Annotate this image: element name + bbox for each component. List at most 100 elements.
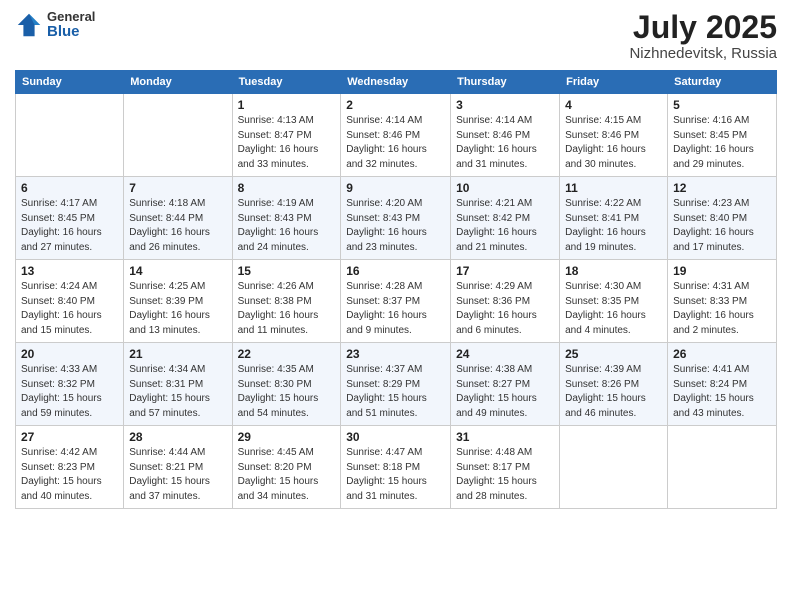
table-row: 14Sunrise: 4:25 AM Sunset: 8:39 PM Dayli… (124, 260, 232, 343)
cell-date: 25 (565, 347, 662, 361)
table-row (560, 426, 668, 509)
table-row: 29Sunrise: 4:45 AM Sunset: 8:20 PM Dayli… (232, 426, 341, 509)
cell-info: Sunrise: 4:35 AM Sunset: 8:30 PM Dayligh… (238, 363, 336, 421)
cell-date: 20 (21, 347, 118, 361)
cell-date: 17 (456, 264, 554, 278)
title-month: July 2025 (629, 10, 777, 45)
cell-info: Sunrise: 4:42 AM Sunset: 8:23 PM Dayligh… (21, 446, 118, 504)
col-monday: Monday (124, 71, 232, 94)
cell-info: Sunrise: 4:21 AM Sunset: 8:42 PM Dayligh… (456, 197, 554, 255)
title-block: July 2025 Nizhnedevitsk, Russia (629, 10, 777, 62)
col-saturday: Saturday (668, 71, 777, 94)
cell-info: Sunrise: 4:17 AM Sunset: 8:45 PM Dayligh… (21, 197, 118, 255)
logo: General Blue (15, 10, 95, 41)
cell-date: 14 (129, 264, 226, 278)
table-row: 22 Sunrise: 4:35 AM Sunset: 8:30 PM Dayli… (232, 343, 341, 426)
calendar-header-row: Sunday Monday Tuesday Wednesday Thursday… (16, 71, 777, 94)
cell-info: Sunrise: 4:20 AM Sunset: 8:43 PM Dayligh… (346, 197, 445, 255)
table-row: 19Sunrise: 4:31 AM Sunset: 8:33 PM Dayli… (668, 260, 777, 343)
page: General Blue July 2025 Nizhnedevitsk, Ru… (0, 0, 792, 612)
cell-date: 7 (129, 181, 226, 195)
header: General Blue July 2025 Nizhnedevitsk, Ru… (15, 10, 777, 62)
cell-date: 6 (21, 181, 118, 195)
table-row: 28 Sunrise: 4:44 AM Sunset: 8:21 PM Dayli… (124, 426, 232, 509)
cell-date: 27 (21, 430, 118, 444)
cell-date: 26 (673, 347, 771, 361)
cell-date: 24 (456, 347, 554, 361)
table-row: 30 Sunrise: 4:47 AM Sunset: 8:18 PM Dayli… (341, 426, 451, 509)
cell-date: 30 (346, 430, 445, 444)
table-row: 24Sunrise: 4:38 AM Sunset: 8:27 PM Dayli… (451, 343, 560, 426)
cell-info: Sunrise: 4:30 AM Sunset: 8:35 PM Dayligh… (565, 280, 662, 338)
table-row: 21Sunrise: 4:34 AM Sunset: 8:31 PM Dayli… (124, 343, 232, 426)
table-row: 18 Sunrise: 4:30 AM Sunset: 8:35 PM Dayli… (560, 260, 668, 343)
cell-date: 21 (129, 347, 226, 361)
cell-date: 22 (238, 347, 336, 361)
cell-date: 11 (565, 181, 662, 195)
table-row: 7 Sunrise: 4:18 AM Sunset: 8:44 PM Daylig… (124, 177, 232, 260)
cell-info: Sunrise: 4:28 AM Sunset: 8:37 PM Dayligh… (346, 280, 445, 338)
table-row: 5 Sunrise: 4:16 AM Sunset: 8:45 PM Daylig… (668, 94, 777, 177)
table-row: 4 Sunrise: 4:15 AM Sunset: 8:46 PM Daylig… (560, 94, 668, 177)
cell-date: 16 (346, 264, 445, 278)
col-tuesday: Tuesday (232, 71, 341, 94)
cell-date: 9 (346, 181, 445, 195)
cell-info: Sunrise: 4:13 AM Sunset: 8:47 PM Dayligh… (238, 114, 336, 172)
cell-info: Sunrise: 4:39 AM Sunset: 8:26 PM Dayligh… (565, 363, 662, 421)
col-wednesday: Wednesday (341, 71, 451, 94)
calendar-table: Sunday Monday Tuesday Wednesday Thursday… (15, 70, 777, 509)
table-row: 15Sunrise: 4:26 AM Sunset: 8:38 PM Dayli… (232, 260, 341, 343)
cell-info: Sunrise: 4:15 AM Sunset: 8:46 PM Dayligh… (565, 114, 662, 172)
cell-date: 3 (456, 98, 554, 112)
table-row: 10 Sunrise: 4:21 AM Sunset: 8:42 PM Dayli… (451, 177, 560, 260)
cell-date: 18 (565, 264, 662, 278)
table-row (16, 94, 124, 177)
table-row: 12Sunrise: 4:23 AM Sunset: 8:40 PM Dayli… (668, 177, 777, 260)
cell-date: 31 (456, 430, 554, 444)
cell-date: 23 (346, 347, 445, 361)
logo-blue-label: Blue (47, 24, 95, 41)
calendar-week-row: 27 Sunrise: 4:42 AM Sunset: 8:23 PM Dayli… (16, 426, 777, 509)
cell-info: Sunrise: 4:18 AM Sunset: 8:44 PM Dayligh… (129, 197, 226, 255)
cell-info: Sunrise: 4:41 AM Sunset: 8:24 PM Dayligh… (673, 363, 771, 421)
table-row: 26 Sunrise: 4:41 AM Sunset: 8:24 PM Dayli… (668, 343, 777, 426)
table-row: 8Sunrise: 4:19 AM Sunset: 8:43 PM Daylig… (232, 177, 341, 260)
cell-info: Sunrise: 4:31 AM Sunset: 8:33 PM Dayligh… (673, 280, 771, 338)
cell-date: 5 (673, 98, 771, 112)
table-row: 17Sunrise: 4:29 AM Sunset: 8:36 PM Dayli… (451, 260, 560, 343)
cell-info: Sunrise: 4:16 AM Sunset: 8:45 PM Dayligh… (673, 114, 771, 172)
cell-info: Sunrise: 4:33 AM Sunset: 8:32 PM Dayligh… (21, 363, 118, 421)
calendar-week-row: 20 Sunrise: 4:33 AM Sunset: 8:32 PM Dayli… (16, 343, 777, 426)
cell-date: 2 (346, 98, 445, 112)
table-row: 20 Sunrise: 4:33 AM Sunset: 8:32 PM Dayli… (16, 343, 124, 426)
cell-date: 13 (21, 264, 118, 278)
table-row: 3 Sunrise: 4:14 AM Sunset: 8:46 PM Daylig… (451, 94, 560, 177)
table-row: 9 Sunrise: 4:20 AM Sunset: 8:43 PM Daylig… (341, 177, 451, 260)
calendar-week-row: 1Sunrise: 4:13 AM Sunset: 8:47 PM Daylig… (16, 94, 777, 177)
logo-icon (15, 11, 43, 39)
cell-date: 29 (238, 430, 336, 444)
table-row: 23 Sunrise: 4:37 AM Sunset: 8:29 PM Dayli… (341, 343, 451, 426)
table-row (668, 426, 777, 509)
cell-info: Sunrise: 4:26 AM Sunset: 8:38 PM Dayligh… (238, 280, 336, 338)
cell-date: 10 (456, 181, 554, 195)
table-row: 2Sunrise: 4:14 AM Sunset: 8:46 PM Daylig… (341, 94, 451, 177)
logo-text: General Blue (47, 10, 95, 41)
title-location: Nizhnedevitsk, Russia (629, 45, 777, 62)
table-row: 6 Sunrise: 4:17 AM Sunset: 8:45 PM Daylig… (16, 177, 124, 260)
table-row: 31 Sunrise: 4:48 AM Sunset: 8:17 PM Dayli… (451, 426, 560, 509)
table-row: 1Sunrise: 4:13 AM Sunset: 8:47 PM Daylig… (232, 94, 341, 177)
cell-date: 8 (238, 181, 336, 195)
cell-date: 12 (673, 181, 771, 195)
cell-date: 4 (565, 98, 662, 112)
cell-info: Sunrise: 4:14 AM Sunset: 8:46 PM Dayligh… (456, 114, 554, 172)
cell-info: Sunrise: 4:47 AM Sunset: 8:18 PM Dayligh… (346, 446, 445, 504)
cell-date: 28 (129, 430, 226, 444)
table-row: 16 Sunrise: 4:28 AM Sunset: 8:37 PM Dayli… (341, 260, 451, 343)
table-row: 11Sunrise: 4:22 AM Sunset: 8:41 PM Dayli… (560, 177, 668, 260)
logo-general-label: General (47, 10, 95, 24)
cell-info: Sunrise: 4:44 AM Sunset: 8:21 PM Dayligh… (129, 446, 226, 504)
cell-info: Sunrise: 4:37 AM Sunset: 8:29 PM Dayligh… (346, 363, 445, 421)
table-row: 13Sunrise: 4:24 AM Sunset: 8:40 PM Dayli… (16, 260, 124, 343)
cell-info: Sunrise: 4:48 AM Sunset: 8:17 PM Dayligh… (456, 446, 554, 504)
